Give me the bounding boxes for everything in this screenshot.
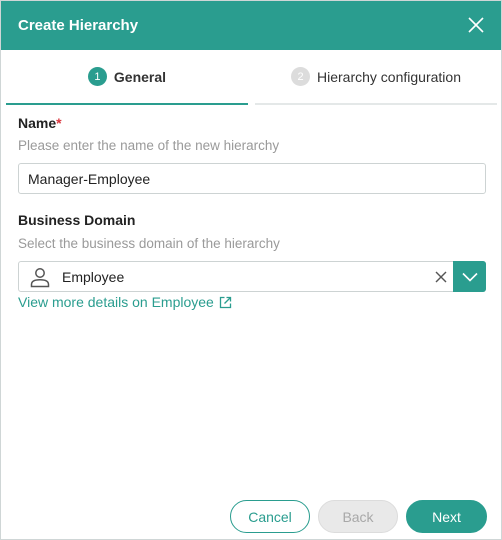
view-details-link-text: View more details on Employee — [18, 294, 214, 310]
dropdown-toggle-button[interactable] — [453, 261, 486, 292]
dialog-title: Create Hierarchy — [18, 17, 139, 34]
clear-icon — [435, 271, 447, 283]
close-button[interactable] — [465, 14, 487, 36]
tab-hierarchy-configuration[interactable]: 2 Hierarchy configuration — [255, 50, 497, 105]
external-link-icon — [219, 296, 231, 309]
create-hierarchy-dialog: Create Hierarchy 1 General 2 Hierarchy c… — [0, 0, 502, 540]
wizard-steps: 1 General 2 Hierarchy configuration — [1, 50, 501, 105]
required-marker: * — [56, 115, 62, 131]
close-icon — [468, 17, 484, 33]
business-domain-hint: Select the business domain of the hierar… — [18, 236, 280, 251]
next-button[interactable]: Next — [406, 500, 487, 533]
name-field-hint: Please enter the name of the new hierarc… — [18, 138, 280, 153]
chevron-down-icon — [461, 272, 478, 282]
tab-label: Hierarchy configuration — [317, 68, 461, 85]
name-label-text: Name — [18, 115, 57, 131]
selected-domain-value: Employee — [62, 269, 125, 285]
business-domain-label: Business Domain — [18, 212, 136, 228]
person-icon — [30, 268, 50, 288]
cancel-button[interactable]: Cancel — [230, 500, 310, 533]
business-domain-select[interactable]: Employee — [18, 261, 486, 292]
view-details-link[interactable]: View more details on Employee — [18, 294, 232, 310]
tab-general[interactable]: 1 General — [6, 50, 248, 105]
clear-selection-button[interactable] — [434, 270, 448, 284]
step-number-badge: 2 — [291, 67, 311, 86]
step-number-badge: 1 — [87, 67, 107, 86]
tab-label: General — [113, 68, 167, 85]
name-input[interactable] — [18, 163, 486, 194]
name-field-label: Name* — [18, 115, 62, 131]
back-button[interactable]: Back — [318, 500, 398, 533]
dialog-header: Create Hierarchy — [1, 1, 501, 50]
